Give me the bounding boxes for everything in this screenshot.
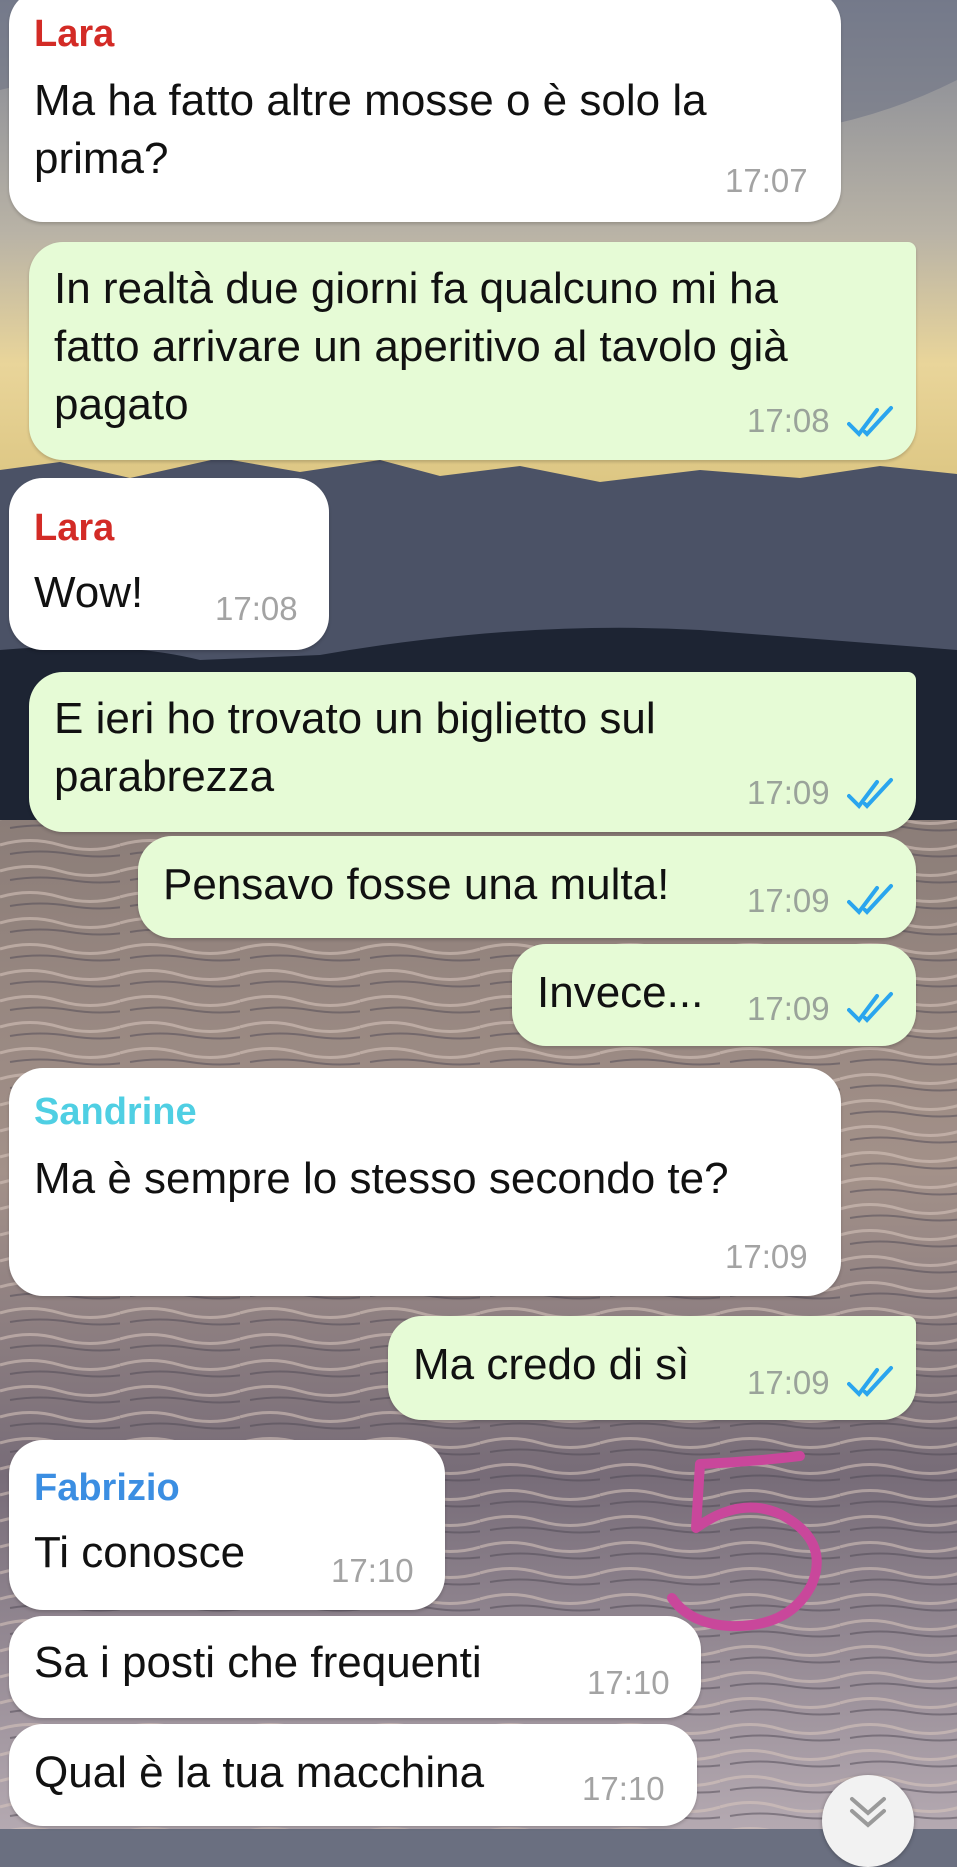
message-time: 17:09: [747, 774, 830, 811]
sender-name: Lara: [34, 13, 115, 55]
annotation-text: 5: [660, 1448, 661, 1449]
message-time: 17:08: [747, 402, 830, 439]
message-text: Ti conosce: [34, 1528, 246, 1577]
message-text: fatto arrivare un aperitivo al tavolo gi…: [54, 322, 788, 371]
message-bubble-outgoing[interactable]: Ma credo di sì 17:09: [388, 1316, 916, 1420]
message-time: 17:10: [582, 1770, 665, 1807]
message-bubble-outgoing[interactable]: Invece... 17:09: [512, 944, 916, 1046]
scroll-to-bottom-button[interactable]: [822, 1775, 914, 1867]
read-ticks-icon: [847, 778, 893, 810]
message-text: Ma ha fatto altre mosse o è solo la: [34, 76, 707, 125]
message-text: Sa i posti che frequenti: [34, 1638, 482, 1687]
message-text: Ma credo di sì: [413, 1340, 690, 1389]
sender-name: Sandrine: [34, 1091, 197, 1133]
message-bubble-incoming[interactable]: Lara Ma ha fatto altre mosse o è solo la…: [9, 0, 841, 222]
handwritten-annotation: 5: [660, 1448, 822, 1632]
message-text: Qual è la tua macchina: [34, 1748, 485, 1797]
double-chevron-down-icon: [850, 1797, 886, 1828]
message-time: 17:09: [747, 1364, 830, 1401]
read-ticks-icon: [847, 1366, 893, 1398]
sender-name: Fabrizio: [34, 1467, 180, 1509]
message-time: 17:09: [747, 882, 830, 919]
message-text: Wow!: [34, 568, 144, 617]
message-text: In realtà due giorni fa qualcuno mi ha: [54, 264, 779, 313]
message-time: 17:07: [725, 162, 808, 199]
message-time: 17:10: [331, 1552, 414, 1589]
sender-name: Lara: [34, 507, 115, 549]
message-time: 17:10: [587, 1664, 670, 1701]
message-text: Pensavo fosse una multa!: [163, 860, 670, 909]
message-bubble-outgoing[interactable]: E ieri ho trovato un biglietto sul parab…: [29, 672, 916, 832]
message-time: 17:09: [747, 990, 830, 1027]
message-time: 17:08: [215, 590, 298, 627]
message-text: Ma è sempre lo stesso secondo te?: [34, 1154, 729, 1203]
read-ticks-icon: [847, 992, 893, 1024]
message-text: prima?: [34, 134, 169, 183]
message-time: 17:09: [725, 1238, 808, 1275]
message-text: parabrezza: [54, 752, 275, 801]
message-bubble-incoming[interactable]: Fabrizio Ti conosce 17:10: [9, 1440, 445, 1610]
message-bubble-incoming[interactable]: Sa i posti che frequenti 17:10: [9, 1616, 701, 1718]
read-ticks-icon: [847, 406, 893, 438]
message-text: Invece...: [537, 968, 704, 1017]
message-bubble-incoming[interactable]: Lara Wow! 17:08: [9, 478, 329, 650]
message-bubble-incoming[interactable]: Qual è la tua macchina 17:10: [9, 1724, 697, 1826]
message-bubble-incoming[interactable]: Sandrine Ma è sempre lo stesso secondo t…: [9, 1068, 841, 1296]
message-text: E ieri ho trovato un biglietto sul: [54, 694, 656, 743]
message-bubble-outgoing[interactable]: Pensavo fosse una multa! 17:09: [138, 836, 916, 938]
message-bubble-outgoing[interactable]: In realtà due giorni fa qualcuno mi ha f…: [29, 242, 916, 460]
message-text: pagato: [54, 380, 189, 429]
read-ticks-icon: [847, 884, 893, 916]
